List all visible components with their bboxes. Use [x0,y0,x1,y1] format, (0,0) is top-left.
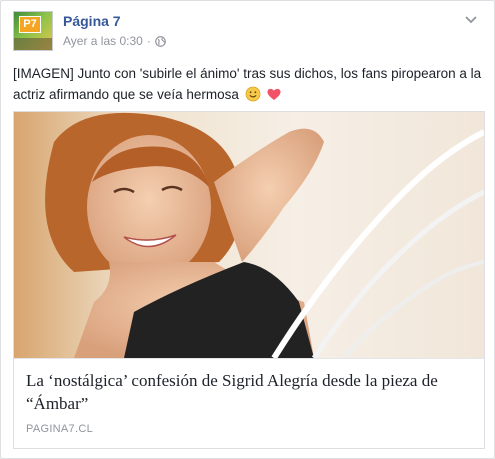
page-avatar[interactable]: P7 [13,11,53,51]
avatar-badge: P7 [19,16,41,33]
chevron-down-icon[interactable] [464,15,478,25]
avatar-photo-strip [14,38,52,50]
meta-separator: · [146,34,151,48]
heart-emoji [267,88,281,100]
article-photo[interactable] [14,112,484,358]
post-header: P7 Página 7 Ayer a las 0:30 · [13,11,484,53]
post-card: P7 Página 7 Ayer a las 0:30 · [IMAGEN] J… [0,0,495,459]
link-preview[interactable]: La ‘nostálgica’ confesión de Sigrid Aleg… [13,111,485,449]
post-message: [IMAGEN] Junto con 'subirle el ánimo' tr… [13,63,485,105]
smiling-face-emoji [245,86,261,102]
page-name-link[interactable]: Página 7 [63,13,121,29]
link-title[interactable]: La ‘nostálgica’ confesión de Sigrid Aleg… [26,369,476,415]
link-domain: PAGINA7.CL [26,423,93,435]
link-caption: La ‘nostálgica’ confesión de Sigrid Aleg… [14,358,484,448]
post-meta: Ayer a las 0:30 · [63,34,166,48]
post-timestamp[interactable]: Ayer a las 0:30 [63,34,143,48]
globe-icon[interactable] [154,35,166,47]
